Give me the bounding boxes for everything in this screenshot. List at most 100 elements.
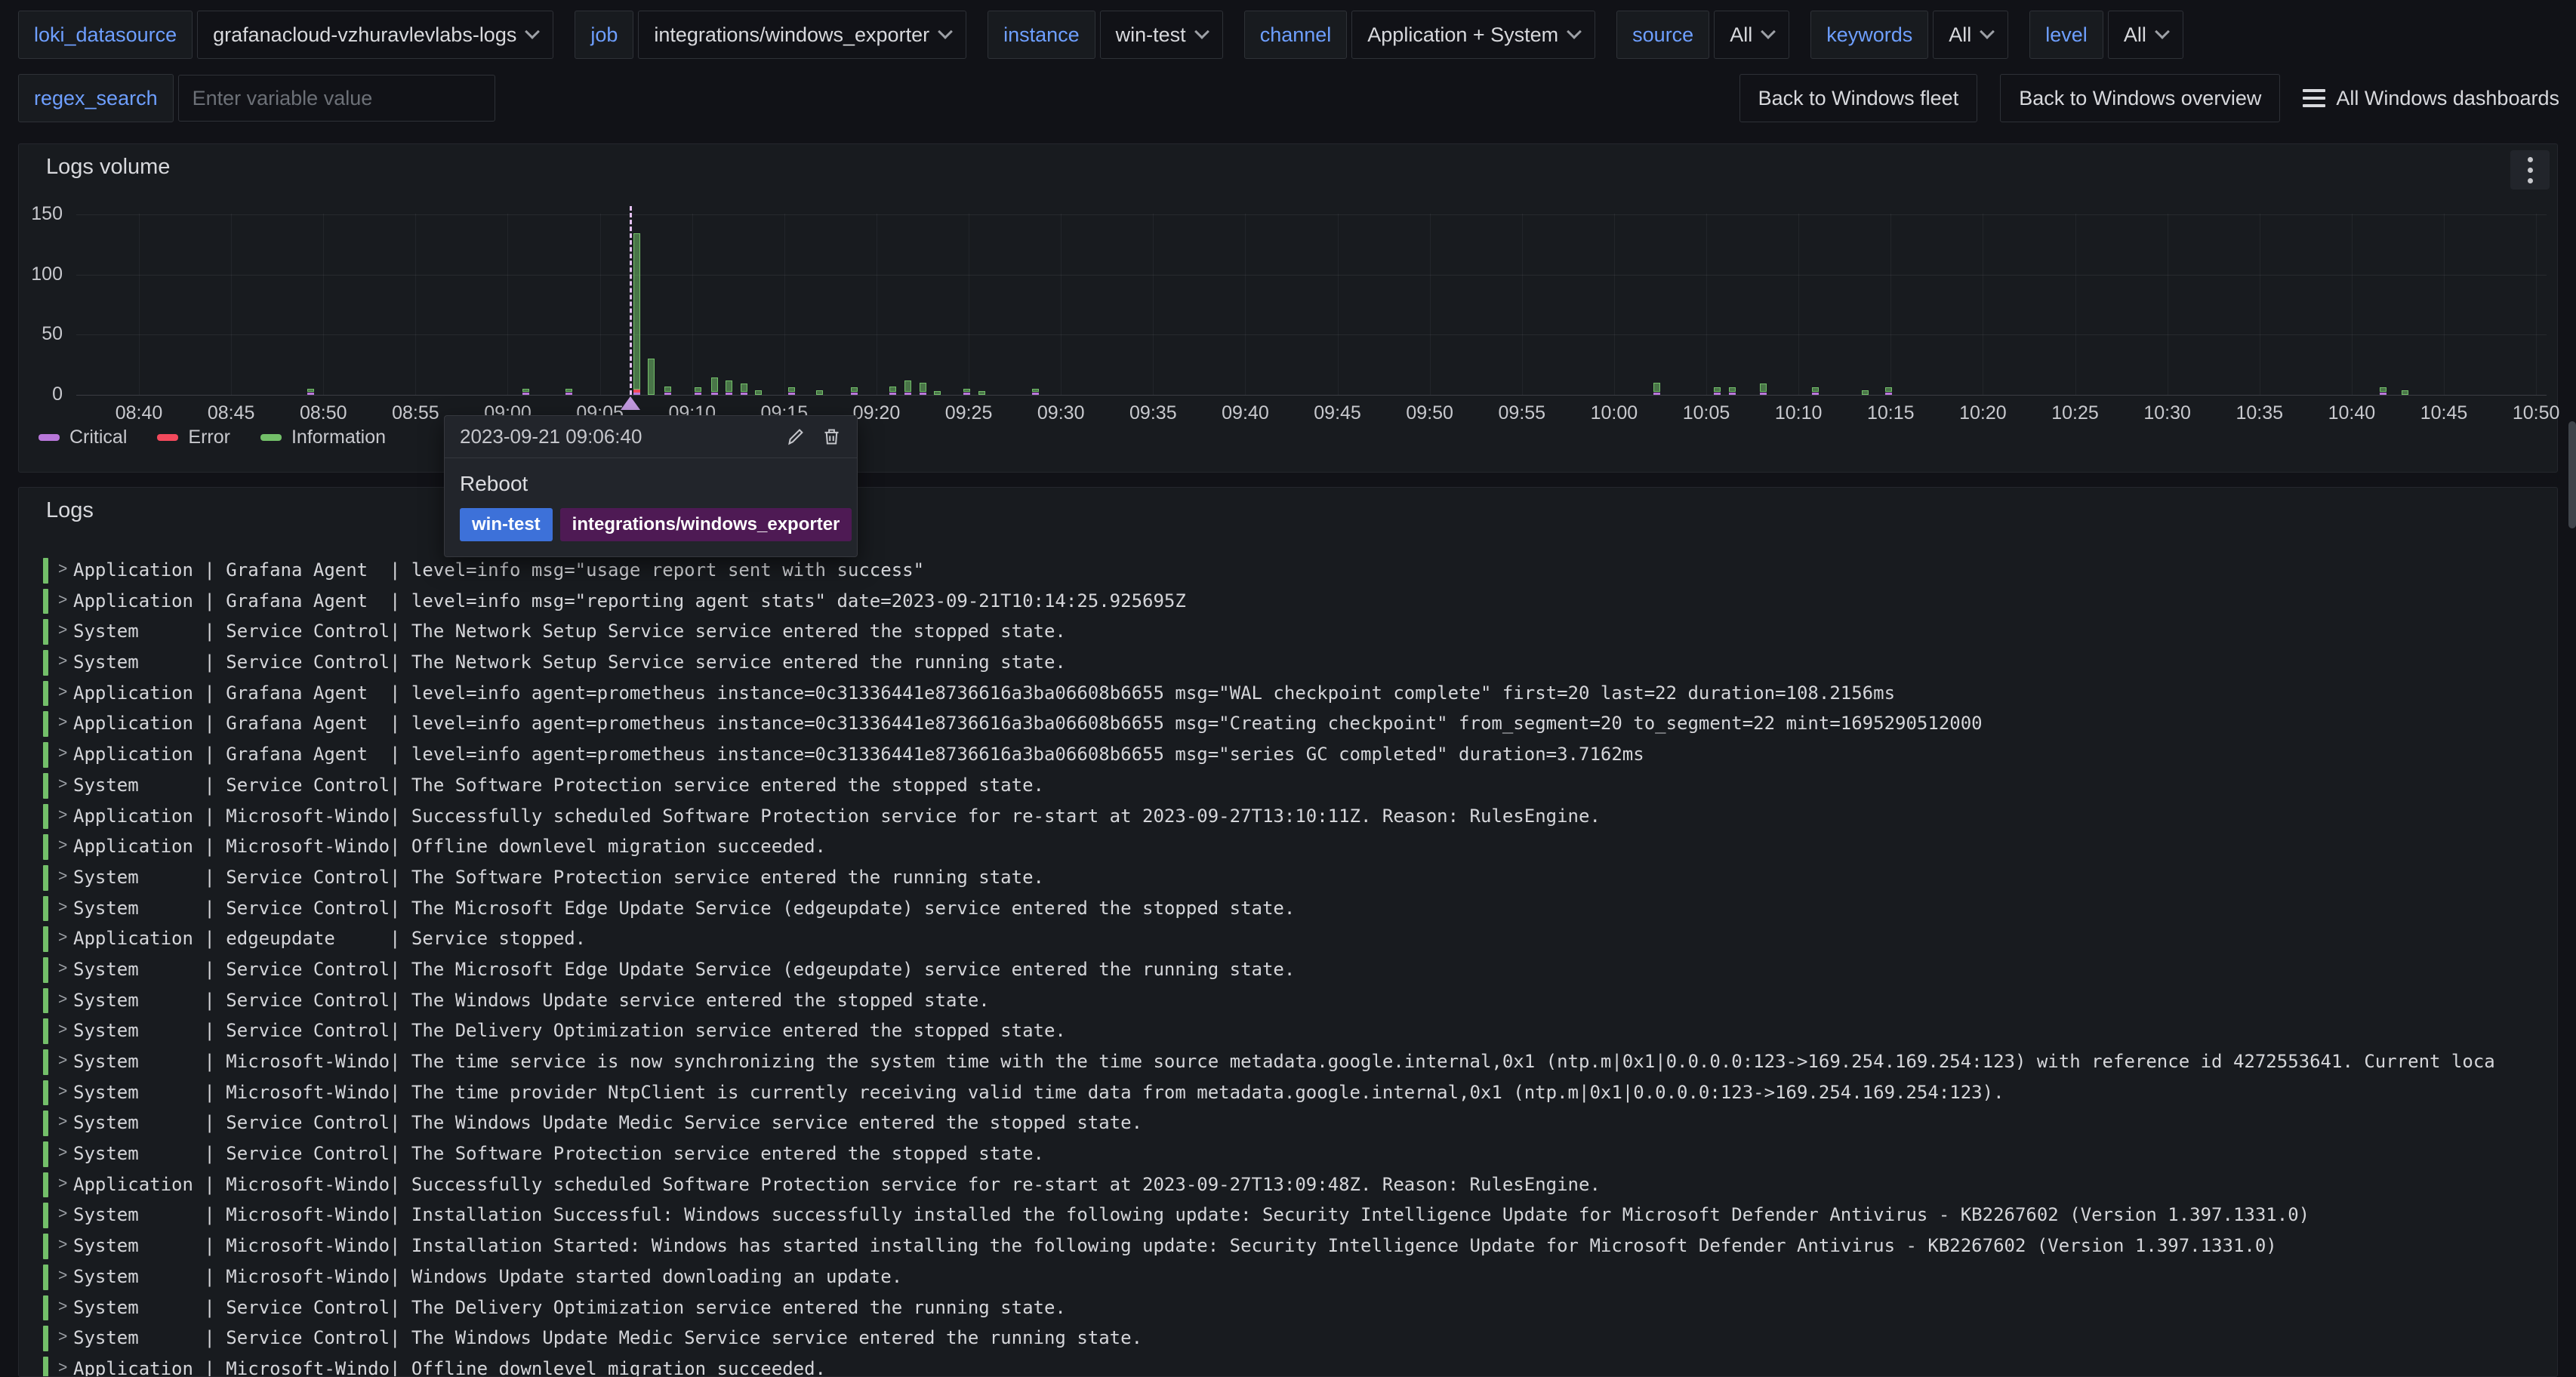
chart-bar-crit[interactable] <box>788 393 795 396</box>
chart-bar-crit[interactable] <box>1885 393 1892 396</box>
chart-bar-info[interactable] <box>755 390 762 395</box>
log-row[interactable]: >System | Service Control| The Delivery … <box>19 1293 2556 1324</box>
expand-chevron-icon[interactable]: > <box>58 1113 67 1131</box>
edit-pencil-icon[interactable] <box>786 427 806 447</box>
chart-bar-info[interactable] <box>889 387 896 393</box>
log-row[interactable]: >Application | Microsoft-Windo| Successf… <box>19 1170 2556 1201</box>
legend-item-error[interactable]: Error <box>157 427 230 448</box>
log-row[interactable]: >System | Microsoft-Windo| Installation … <box>19 1200 2556 1231</box>
back-to-windows-overview-button[interactable]: Back to Windows overview <box>2000 74 2280 122</box>
chart-bar-info[interactable] <box>1885 387 1892 392</box>
page-scrollbar-thumb[interactable] <box>2568 421 2576 528</box>
log-row[interactable]: >System | Microsoft-Windo| Installation … <box>19 1231 2556 1262</box>
log-row[interactable]: >Application | Grafana Agent | level=inf… <box>19 709 2556 740</box>
chart-bar-crit[interactable] <box>307 393 314 396</box>
log-row[interactable]: >Application | Microsoft-Windo| Successf… <box>19 802 2556 833</box>
variable-value-dropdown[interactable]: win-test <box>1100 11 1223 59</box>
expand-chevron-icon[interactable]: > <box>58 713 67 732</box>
chart-bar-info[interactable] <box>1812 387 1819 392</box>
chart-bar-info[interactable] <box>648 359 655 395</box>
chart-bar-info[interactable] <box>816 390 823 395</box>
log-row[interactable]: >Application | Grafana Agent | level=inf… <box>19 556 2556 587</box>
chart-bar-info[interactable] <box>1032 389 1039 393</box>
expand-chevron-icon[interactable]: > <box>58 1236 67 1254</box>
expand-chevron-icon[interactable]: > <box>58 1267 67 1285</box>
expand-chevron-icon[interactable]: > <box>58 1359 67 1376</box>
chart-bar-err[interactable] <box>633 390 640 393</box>
log-row[interactable]: >Application | Grafana Agent | level=inf… <box>19 679 2556 710</box>
chart-bar-crit[interactable] <box>741 393 747 396</box>
chart-bar-crit[interactable] <box>1653 393 1660 396</box>
chart-bar-info[interactable] <box>2402 390 2408 395</box>
chart-bar-crit[interactable] <box>1812 393 1819 396</box>
chart-bar-info[interactable] <box>1729 387 1736 392</box>
chart-bar-info[interactable] <box>904 380 911 393</box>
chart-bar-info[interactable] <box>741 384 747 392</box>
chart-bar-info[interactable] <box>1714 387 1721 392</box>
expand-chevron-icon[interactable]: > <box>58 683 67 701</box>
log-row[interactable]: >System | Service Control| The Windows U… <box>19 986 2556 1017</box>
expand-chevron-icon[interactable]: > <box>58 1144 67 1162</box>
annotation-marker-icon[interactable] <box>621 396 640 410</box>
expand-chevron-icon[interactable]: > <box>58 1021 67 1039</box>
chart-bar-crit[interactable] <box>2380 393 2386 396</box>
chart-bar-crit[interactable] <box>726 393 732 396</box>
log-row[interactable]: >System | Service Control| The Delivery … <box>19 1016 2556 1047</box>
log-row[interactable]: >System | Service Control| The Software … <box>19 1139 2556 1170</box>
annotation-tag[interactable]: integrations/windows_exporter <box>560 508 852 541</box>
chart-bar-crit[interactable] <box>664 393 671 396</box>
delete-trash-icon[interactable] <box>821 427 842 447</box>
expand-chevron-icon[interactable]: > <box>58 836 67 855</box>
variable-value-dropdown[interactable]: grafanacloud-vzhuravlevlabs-logs <box>197 11 553 59</box>
chart-bar-crit[interactable] <box>963 393 970 396</box>
chart-bar-info[interactable] <box>711 377 718 392</box>
chart-bar-info[interactable] <box>1653 383 1660 393</box>
log-row[interactable]: >Application | Grafana Agent | level=inf… <box>19 740 2556 771</box>
chart-bar-info[interactable] <box>664 387 671 393</box>
log-row[interactable]: >System | Microsoft-Windo| The time serv… <box>19 1047 2556 1078</box>
annotation-tag[interactable]: win-test <box>460 508 553 541</box>
chart-bar-crit[interactable] <box>1760 393 1767 396</box>
expand-chevron-icon[interactable]: > <box>58 806 67 824</box>
expand-chevron-icon[interactable]: > <box>58 591 67 609</box>
chart-bar-info[interactable] <box>920 383 926 393</box>
chart-bar-crit[interactable] <box>1729 393 1736 396</box>
legend-item-information[interactable]: Information <box>260 427 386 448</box>
expand-chevron-icon[interactable]: > <box>58 867 67 886</box>
chart-bar-crit[interactable] <box>522 393 529 396</box>
logs-volume-chart[interactable]: 15010050008:4008:4508:5008:5509:0009:050… <box>19 144 2557 472</box>
chart-bar-info[interactable] <box>2380 387 2386 392</box>
variable-value-dropdown[interactable]: Application + System <box>1351 11 1595 59</box>
expand-chevron-icon[interactable]: > <box>58 744 67 762</box>
log-row[interactable]: >System | Service Control| The Windows U… <box>19 1323 2556 1354</box>
chart-bar-info[interactable] <box>788 387 795 392</box>
expand-chevron-icon[interactable]: > <box>58 960 67 978</box>
expand-chevron-icon[interactable]: > <box>58 1328 67 1346</box>
expand-chevron-icon[interactable]: > <box>58 1298 67 1316</box>
chart-bar-info[interactable] <box>726 380 732 393</box>
expand-chevron-icon[interactable]: > <box>58 898 67 916</box>
chart-bar-crit[interactable] <box>851 393 858 396</box>
log-row[interactable]: >Application | edgeupdate | Service stop… <box>19 924 2556 955</box>
chart-bar-crit[interactable] <box>1032 393 1039 396</box>
variable-value-dropdown[interactable]: All <box>2108 11 2183 59</box>
expand-chevron-icon[interactable]: > <box>58 775 67 793</box>
back-to-windows-fleet-button[interactable]: Back to Windows fleet <box>1739 74 1978 122</box>
variable-value-dropdown[interactable]: integrations/windows_exporter <box>638 11 966 59</box>
log-row[interactable]: >System | Service Control| The Network S… <box>19 617 2556 648</box>
chart-bar-crit[interactable] <box>695 393 701 396</box>
log-row[interactable]: >System | Microsoft-Windo| The time prov… <box>19 1078 2556 1109</box>
all-windows-dashboards-link[interactable]: All Windows dashboards <box>2303 87 2559 110</box>
legend-item-critical[interactable]: Critical <box>39 427 127 448</box>
log-row[interactable]: >Application | Microsoft-Windo| Offline … <box>19 1354 2556 1376</box>
log-row[interactable]: >System | Service Control| The Software … <box>19 771 2556 802</box>
chart-bar-info[interactable] <box>633 233 640 390</box>
chart-bar-info[interactable] <box>963 389 970 393</box>
chart-bar-info[interactable] <box>851 387 858 392</box>
chart-bar-info[interactable] <box>1862 390 1869 395</box>
chart-bar-info[interactable] <box>1760 384 1767 392</box>
log-row[interactable]: >Application | Microsoft-Windo| Offline … <box>19 832 2556 863</box>
log-row[interactable]: >System | Service Control| The Software … <box>19 863 2556 894</box>
expand-chevron-icon[interactable]: > <box>58 560 67 578</box>
chart-bar-crit[interactable] <box>889 393 896 396</box>
